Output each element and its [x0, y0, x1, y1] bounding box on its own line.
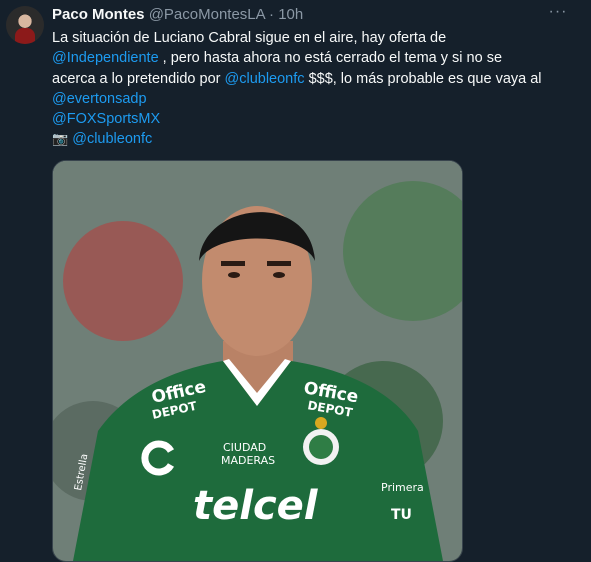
svg-text:telcel: telcel [193, 483, 319, 529]
camera-icon: 📷 [52, 131, 69, 147]
mention-link[interactable]: @Independiente [52, 50, 159, 66]
separator: · [269, 6, 275, 23]
mention-link[interactable]: @clubleonfc [72, 131, 152, 147]
tweet-text-segment: acerca a lo pretendido por [52, 70, 221, 87]
tweet[interactable]: Paco Montes @PacoMontesLA · 10h ··· La s… [0, 0, 591, 562]
player-photo: Office DEPOT Office DEPOT CIUDAD MADERAS… [53, 161, 462, 561]
svg-text:Primera: Primera [381, 481, 424, 494]
avatar[interactable] [6, 6, 44, 44]
tweet-text-segment: , pero hasta ahora no está cerrado el te… [162, 50, 503, 67]
timestamp[interactable]: 10h [278, 6, 303, 23]
author-handle[interactable]: @PacoMontesLA [149, 6, 265, 23]
mention-link[interactable]: @clubleonfc [225, 71, 305, 87]
svg-text:MADERAS: MADERAS [221, 454, 275, 467]
tweet-photo[interactable]: Office DEPOT Office DEPOT CIUDAD MADERAS… [52, 160, 463, 562]
tweet-text-segment: $$$, lo más probable es que vaya al [308, 70, 542, 87]
svg-text:TU: TU [391, 507, 412, 523]
tweet-text: La situación de Luciano Cabral sigue en … [52, 28, 582, 150]
svg-text:CIUDAD: CIUDAD [223, 441, 266, 454]
tweet-header: Paco Montes @PacoMontesLA · 10h [52, 6, 303, 24]
author-name[interactable]: Paco Montes [52, 6, 145, 23]
mention-link[interactable]: @FOXSportsMX [52, 111, 160, 127]
more-horizontal-icon[interactable]: ··· [548, 4, 568, 24]
mention-link[interactable]: @evertonsadp [52, 91, 147, 107]
tweet-text-segment: La situación de Luciano Cabral sigue en … [52, 30, 447, 46]
